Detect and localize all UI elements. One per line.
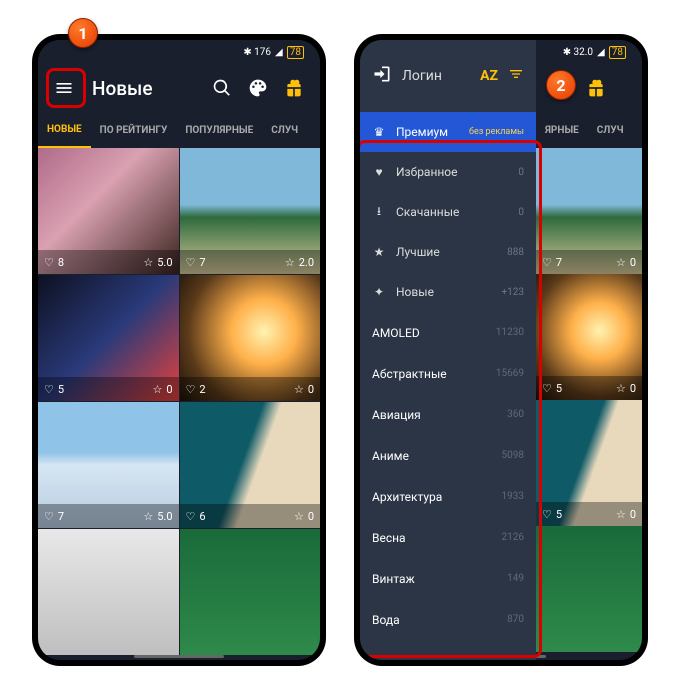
battery-icon: 78 [287,46,304,59]
nav-handle[interactable] [134,655,224,658]
heart-icon: ♡ [44,256,54,269]
wallpaper-thumb[interactable]: ♡7☆5.0 [38,402,179,528]
wallpaper-grid: ♡8☆5.0 ♡7☆2.0 ♡5☆0 ♡2☆0 ♡7☆5.0 ♡6☆0 [38,148,320,655]
gift-icon[interactable] [578,70,614,106]
tabs: НОВЫЕ ПО РЕЙТИНГУ ПОПУЛЯРНЫЕ СЛУЧ [38,112,320,148]
category-item[interactable]: Авиация360 [360,394,536,435]
drawer-item-downloads[interactable]: ⭳ Скачанные0 [360,192,536,232]
wallpaper-thumb[interactable]: ♡8☆5.0 [38,148,179,274]
drawer-item-premium[interactable]: ♛ Премиум без рекламы [360,112,536,152]
tab-random[interactable]: СЛУЧ [262,112,307,148]
annotation-callout-2: 2 [546,70,576,100]
tab-random[interactable]: СЛУЧ [588,112,633,148]
wallpaper-thumb[interactable]: ♡7☆0 [536,148,642,274]
drawer-item-favorites[interactable]: ♥ Избранное0 [360,152,536,192]
wallpaper-thumb[interactable]: ♡2☆0 [180,275,321,401]
palette-icon[interactable] [240,70,276,106]
category-list: AMOLED11230 Абстрактные15669 Авиация360 … [360,312,536,640]
tab-new[interactable]: НОВЫЕ [38,112,91,148]
filter-icon[interactable] [508,66,524,86]
category-item[interactable]: Весна2126 [360,517,536,558]
login-button[interactable]: Логин [402,68,442,84]
wallpaper-thumb[interactable] [536,526,642,652]
tab-rating[interactable]: ПО РЕЙТИНГУ [91,112,177,148]
login-icon[interactable] [372,64,392,88]
star-icon: ★ [372,245,386,259]
appbar: Новые [38,64,320,112]
menu-icon[interactable] [46,70,82,106]
category-item[interactable]: Архитектура1933 [360,476,536,517]
screen: 03:52 ✱ 32.0 ◢ 78 ЯРНЫЕ СЛУЧ [360,40,642,660]
gift-icon[interactable] [276,70,312,106]
category-item[interactable]: Абстрактные15669 [360,353,536,394]
screen: ✱ 176 ◢ 78 Новые НОВЫЕ ПО РЕЙТИНГУ ПОПУЛ… [38,40,320,660]
crown-icon: ♛ [372,125,386,139]
sparkle-icon: ✦ [372,285,386,299]
drawer-header: Логин AZ [360,40,536,112]
wallpaper-thumb[interactable]: ♡5☆0 [38,275,179,401]
annotation-callout-1: 1 [68,18,98,48]
category-item[interactable]: Аниме5098 [360,435,536,476]
tab-popular[interactable]: ЯРНЫЕ [536,112,588,148]
search-icon[interactable] [204,70,240,106]
category-item[interactable]: Вода870 [360,599,536,640]
drawer-item-new[interactable]: ✦ Новые+123 [360,272,536,312]
heart-icon: ♥ [372,165,386,179]
nav-drawer: Логин AZ ♛ Премиум без рекламы ♥ Избранн… [360,40,536,660]
sort-az-button[interactable]: AZ [480,68,498,84]
wallpaper-thumb[interactable]: ♡6☆0 [180,402,321,528]
phone-left: ✱ 176 ◢ 78 Новые НОВЫЕ ПО РЕЙТИНГУ ПОПУЛ… [32,34,326,666]
drawer-item-best[interactable]: ★ Лучшие888 [360,232,536,272]
page-title: Новые [92,77,204,100]
category-item[interactable]: AMOLED11230 [360,312,536,353]
star-icon: ☆ [143,256,153,269]
status-signal: ◢ [275,47,283,58]
tab-popular[interactable]: ПОПУЛЯРНЫЕ [176,112,262,148]
phone-right: 03:52 ✱ 32.0 ◢ 78 ЯРНЫЕ СЛУЧ [354,34,648,666]
wallpaper-thumb[interactable]: ♡5☆0 [536,274,642,400]
download-icon: ⭳ [372,202,386,223]
wallpaper-thumb[interactable] [180,529,321,655]
category-item[interactable]: Винтаж149 [360,558,536,599]
wallpaper-thumb[interactable]: ♡5☆0 [536,400,642,526]
wallpaper-thumb[interactable] [38,529,179,655]
wallpaper-thumb[interactable]: ♡7☆2.0 [180,148,321,274]
status-speed: ✱ 176 [243,47,271,58]
